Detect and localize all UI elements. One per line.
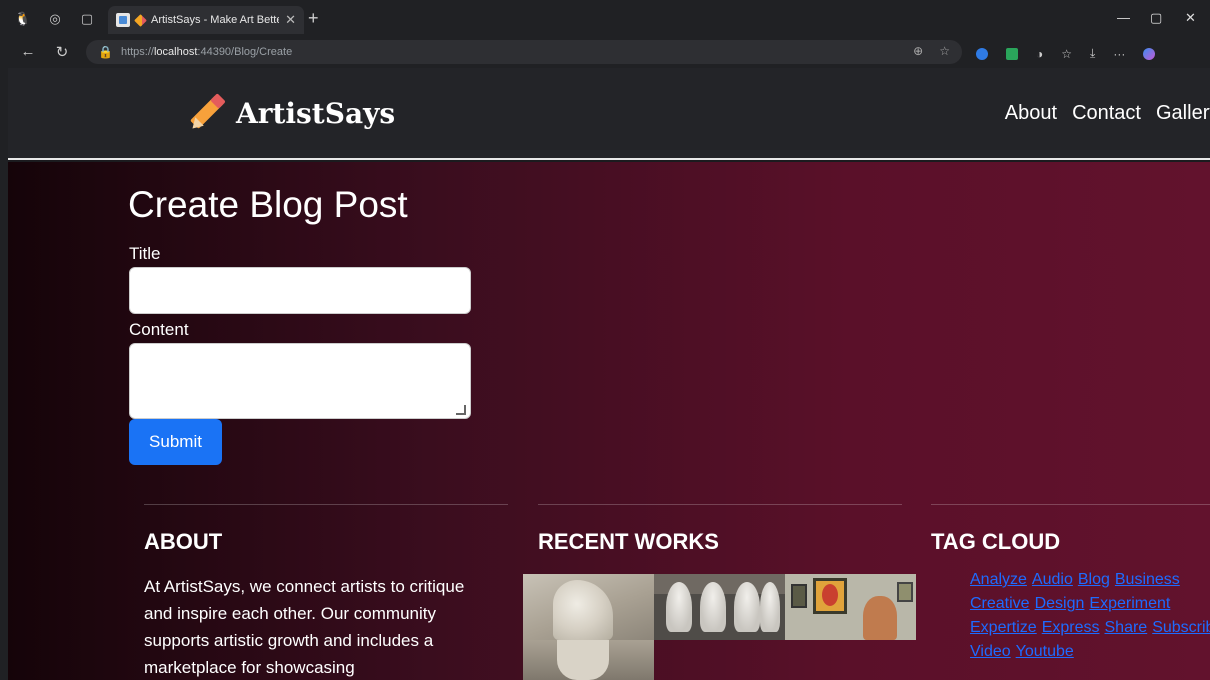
page-viewport: ArtistSays About Contact Gallery Create … <box>8 68 1210 680</box>
about-heading: ABOUT <box>144 529 223 554</box>
more-menu-icon[interactable]: ··· <box>1113 47 1125 61</box>
tag-link[interactable]: Youtube <box>1016 643 1074 660</box>
extension-icon[interactable] <box>1006 47 1018 60</box>
tag-link[interactable]: Video <box>970 643 1011 660</box>
site-header: ArtistSays About Contact Gallery <box>8 68 1210 160</box>
new-tab-icon[interactable]: + <box>308 9 319 27</box>
close-window-icon[interactable]: ✕ <box>1185 10 1196 26</box>
footer-recent-works: RECENT WORKS <box>538 504 902 554</box>
url-text: https://localhost:44390/Blog/Create <box>120 46 293 58</box>
tag-link[interactable]: Design <box>1035 595 1085 612</box>
extension-icon[interactable] <box>976 47 988 60</box>
tag-cloud-list: Analyze Audio Blog Business Creative Design E… <box>970 568 1210 664</box>
back-icon[interactable]: ← <box>18 43 38 60</box>
content-textarea[interactable] <box>129 343 471 419</box>
footer-tag-cloud: TAG CLOUD <box>931 504 1210 554</box>
about-text: At ArtistSays, we connect artists to cri… <box>144 577 465 677</box>
split-screen-icon[interactable]: ◑ <box>1036 47 1043 61</box>
page-favicon-icon <box>116 13 130 27</box>
recent-works-gallery <box>523 574 916 640</box>
title-label: Title <box>129 244 161 263</box>
tag-link[interactable]: Audio <box>1032 571 1073 588</box>
tag-link[interactable]: Creative <box>970 595 1030 612</box>
tag-link[interactable]: Expertize <box>970 619 1037 636</box>
restore-icon[interactable]: ▢ <box>1150 10 1162 26</box>
tag-link[interactable]: Blog <box>1078 571 1110 588</box>
nav-link-about[interactable]: About <box>1005 102 1057 125</box>
downloads-icon[interactable]: ⤓ <box>1090 46 1095 61</box>
refresh-icon[interactable]: ↻ <box>52 43 72 61</box>
work-thumbnail-statue[interactable] <box>523 574 654 640</box>
site-logo[interactable]: ArtistSays <box>188 93 396 133</box>
page-title: Create Blog Post <box>128 184 408 225</box>
zoom-icon[interactable]: ⊕ <box>913 44 923 58</box>
main-content: Create Blog Post Title Content Submit AB… <box>8 162 1210 680</box>
browser-addressbar: ← ↻ 🔒 https://localhost:44390/Blog/Creat… <box>0 38 1210 68</box>
lock-icon: 🔒 <box>98 45 113 59</box>
workspaces-icon[interactable]: ◎ <box>46 10 64 28</box>
close-tab-icon[interactable]: ✕ <box>285 12 296 28</box>
pencil-icon <box>188 93 226 133</box>
profile-avatar-icon[interactable]: 🐧 <box>14 10 32 28</box>
tag-link[interactable]: Business <box>1115 571 1180 588</box>
tab-actions-icon[interactable]: ▢ <box>78 10 96 28</box>
favorites-icon[interactable]: ☆ <box>1061 47 1072 61</box>
url-field[interactable]: 🔒 https://localhost:44390/Blog/Create ⊕ … <box>86 40 962 64</box>
nav-link-contact[interactable]: Contact <box>1072 102 1141 125</box>
tag-link[interactable]: Experiment <box>1089 595 1170 612</box>
tag-link[interactable]: Analyze <box>970 571 1027 588</box>
nav-link-gallery[interactable]: Gallery <box>1156 102 1210 125</box>
browser-titlebar: 🐧 ◎ ▢ ArtistSays - Make Art Better ✕ + —… <box>0 0 1210 38</box>
pencil-icon <box>134 13 147 27</box>
tag-link[interactable]: Express <box>1042 619 1100 636</box>
copilot-icon[interactable] <box>1143 47 1156 60</box>
recent-works-heading: RECENT WORKS <box>538 529 719 554</box>
brand-name: ArtistSays <box>236 96 396 130</box>
submit-button[interactable]: Submit <box>129 419 222 465</box>
tag-cloud-heading: TAG CLOUD <box>931 529 1061 554</box>
resize-handle-icon[interactable] <box>456 405 466 415</box>
site-nav: About Contact Gallery <box>1005 102 1210 125</box>
favorite-star-icon[interactable]: ☆ <box>939 44 950 58</box>
tag-link[interactable]: Subscribe <box>1152 619 1210 636</box>
title-input[interactable] <box>129 267 471 314</box>
tag-link[interactable]: Share <box>1105 619 1148 636</box>
work-thumbnail-busts[interactable] <box>654 574 785 640</box>
footer-about: ABOUT At ArtistSays, we connect artists … <box>144 504 508 677</box>
browser-tab-active[interactable]: ArtistSays - Make Art Better ✕ <box>108 6 304 34</box>
tab-title: ArtistSays - Make Art Better <box>151 14 280 26</box>
work-thumbnail-gallery-visitor[interactable] <box>785 574 916 640</box>
content-label: Content <box>129 320 189 339</box>
minimize-icon[interactable]: — <box>1117 10 1130 25</box>
work-thumbnail-statue-lower[interactable] <box>523 640 654 680</box>
